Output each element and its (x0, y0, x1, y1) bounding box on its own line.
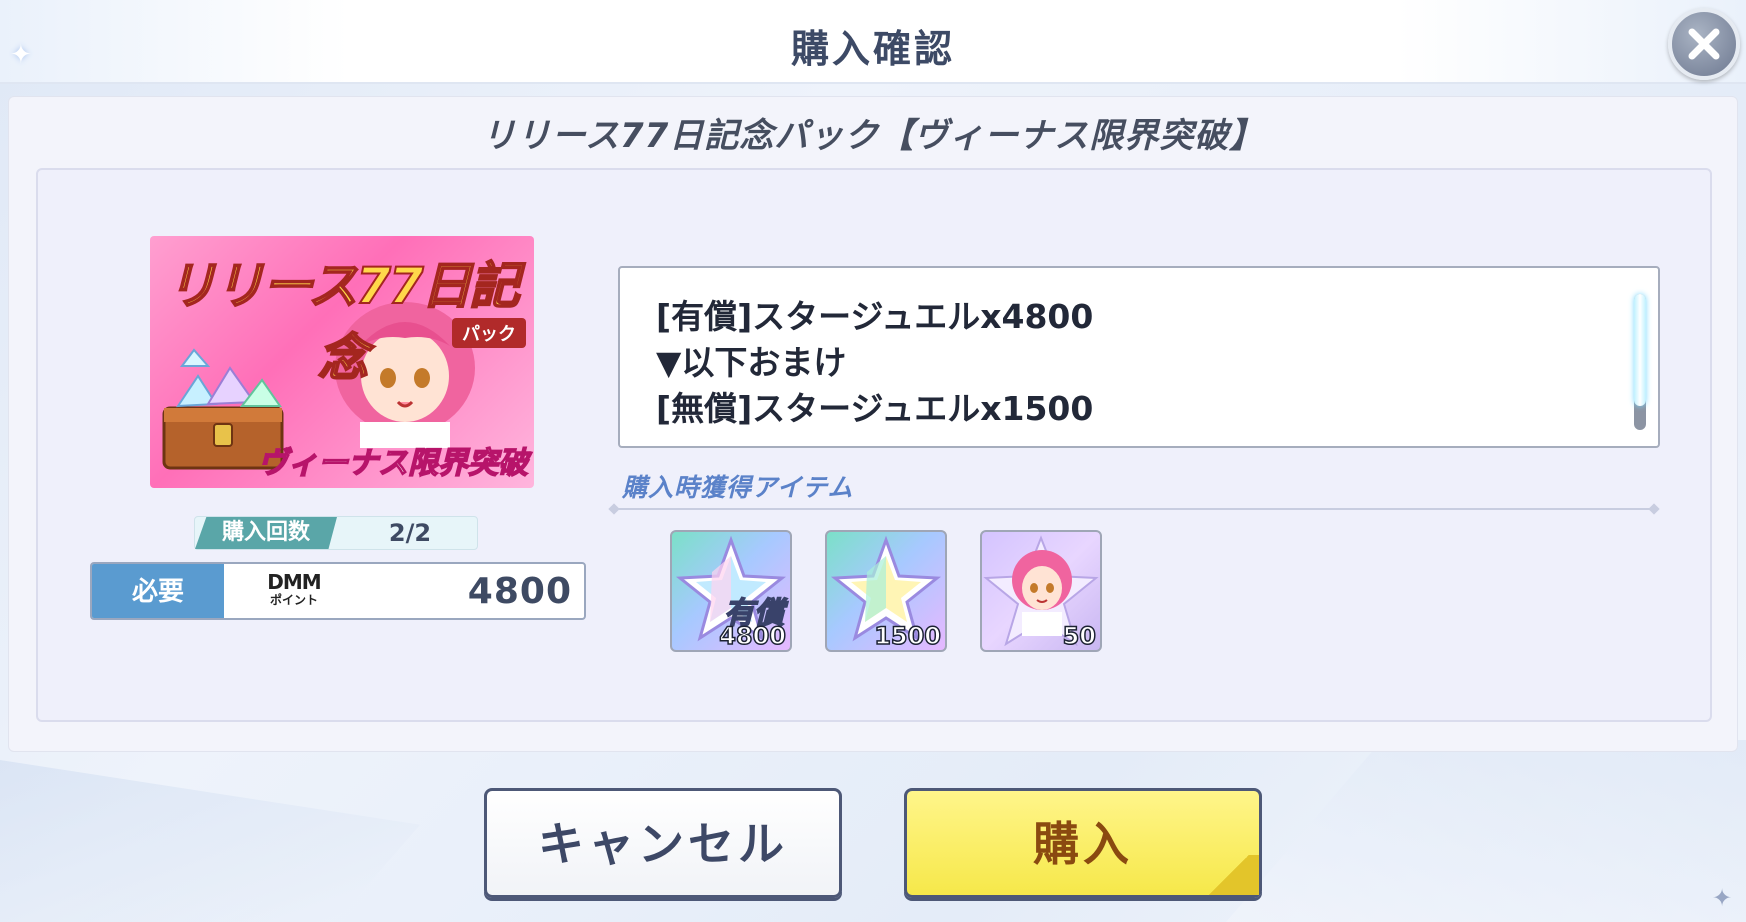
dialog-title: 購入確認 (790, 27, 955, 71)
buy-button-label: 購入 (1033, 817, 1133, 871)
description-line: [有償]スタージュエルx4800 (656, 297, 1094, 336)
reward-item[interactable]: 有償 4800 (670, 530, 792, 652)
scrollbar-thumb[interactable] (1634, 294, 1646, 406)
required-value: 4800 (467, 571, 572, 612)
reward-item[interactable]: 1500 (825, 530, 947, 652)
required-cost: 必要 DMM ポイント 4800 (90, 562, 586, 620)
item-quantity: 4800 (718, 621, 786, 650)
dmm-points-subname: ポイント (269, 593, 318, 607)
description-line: [無償]スタージュエルx1500 (656, 389, 1094, 428)
dmm-points-name: DMM (267, 570, 321, 594)
pack-banner-image: リリース77日記念 パック ヴィーナス限界突破 (150, 236, 534, 488)
cancel-button[interactable]: キャンセル (484, 788, 842, 898)
dialog-header: ✦ 購入確認 (0, 0, 1746, 84)
purchase-count-label: 購入回数 (195, 517, 337, 549)
purchase-count: 購入回数 2/2 (194, 516, 478, 550)
background-facet (1226, 740, 1746, 922)
banner-badge: パック (452, 318, 526, 348)
reward-item[interactable]: 50 (980, 530, 1102, 652)
pack-description[interactable]: [有償]スタージュエルx4800 ▼以下おまけ [無償]スタージュエルx1500 (618, 266, 1660, 448)
close-icon (1688, 28, 1720, 60)
dmm-points-icon: DMM ポイント (260, 572, 328, 612)
purchase-count-value: 2/2 (388, 519, 432, 547)
divider (614, 508, 1654, 510)
close-button[interactable] (1668, 8, 1740, 80)
description-line: ▼以下おまけ (656, 343, 847, 382)
required-label: 必要 (92, 564, 224, 618)
banner-subtitle: ヴィーナス限界突破 (257, 445, 529, 482)
background-facet (0, 760, 420, 922)
item-quantity: 1500 (873, 621, 941, 650)
pack-name: リリース77日記念パック【ヴィーナス限界突破】 (481, 116, 1265, 156)
sparkle-icon: ✦ (1712, 884, 1733, 912)
item-quantity: 50 (1062, 621, 1097, 650)
buy-button[interactable]: 購入 (904, 788, 1262, 898)
items-section-title: 購入時獲得アイテム (622, 473, 854, 502)
